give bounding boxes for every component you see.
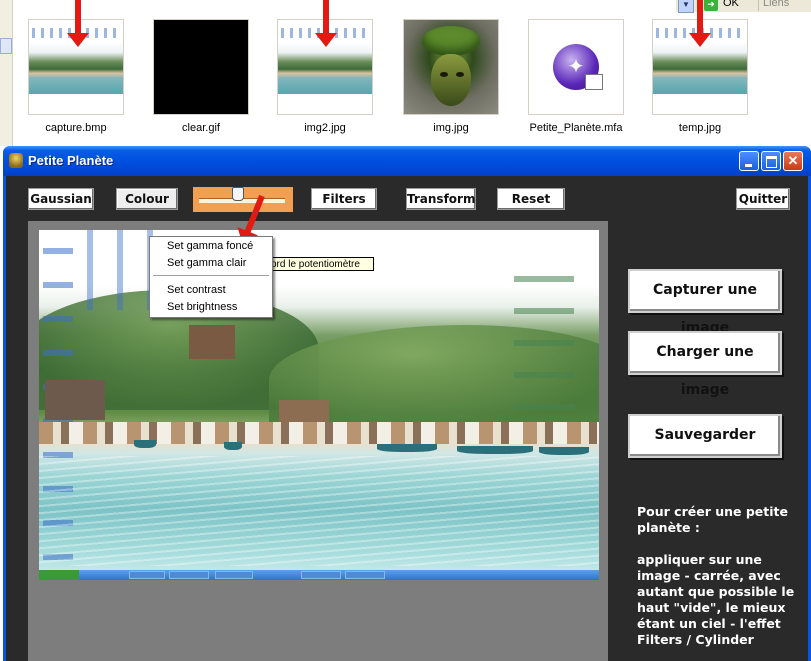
file-explorer-background: ▼ ➜ OK Liens capture.bmp clear.gif img2.… <box>0 0 811 146</box>
window-title: Petite Planète <box>28 153 114 168</box>
maximize-button[interactable] <box>761 151 781 171</box>
file-name: clear.gif <box>182 122 220 134</box>
reset-button[interactable]: Reset <box>497 188 565 210</box>
file-item[interactable]: ✦ Petite_Planète.mfa <box>521 19 631 134</box>
minimize-button[interactable] <box>739 151 759 171</box>
minimize-icon <box>745 164 752 167</box>
load-image-button[interactable]: Charger une image <box>628 331 782 398</box>
file-item[interactable]: img.jpg <box>396 19 506 134</box>
captured-taskbar <box>39 570 599 580</box>
file-name: img.jpg <box>433 122 469 134</box>
shoreline <box>39 422 599 444</box>
file-name: Petite_Planète.mfa <box>529 122 623 134</box>
mfa-app-icon: ✦ <box>553 44 603 90</box>
menu-separator <box>153 275 269 276</box>
quit-button[interactable]: Quitter <box>736 188 790 210</box>
save-button[interactable]: Sauvegarder <box>628 414 782 458</box>
maximize-icon <box>766 156 777 168</box>
water <box>39 456 599 566</box>
slider-thumb[interactable] <box>232 187 245 201</box>
gaussian-button[interactable]: Gaussian <box>28 188 94 210</box>
petite-planete-window: Petite Planète ✕ Gaussian Colour Filters… <box>3 146 811 661</box>
close-button[interactable]: ✕ <box>783 151 803 171</box>
colour-button[interactable]: Colour <box>116 188 178 210</box>
transform-button[interactable]: Transform <box>406 188 476 210</box>
instructions-text: Pour créer une petite planète : applique… <box>637 504 795 647</box>
filters-button[interactable]: Filters <box>311 188 377 210</box>
menu-item-brightness[interactable]: Set brightness <box>167 301 237 313</box>
black-image-thumbnail <box>154 20 248 114</box>
explorer-left-pane <box>0 0 13 146</box>
collapsed-pane-icon[interactable] <box>0 38 12 54</box>
window-client-area: Gaussian Colour Filters Transform Reset … <box>6 176 808 661</box>
file-thumbnail <box>403 19 499 115</box>
colour-dropdown-menu: Set gamma foncé Set gamma clair Set cont… <box>149 236 273 318</box>
file-item[interactable]: clear.gif <box>146 19 256 134</box>
window-titlebar[interactable]: Petite Planète ✕ <box>3 146 811 176</box>
menu-item-gamma-light[interactable]: Set gamma clair <box>167 257 246 269</box>
island-photo-thumbnail <box>29 28 123 94</box>
file-name: temp.jpg <box>678 122 722 134</box>
file-name: capture.bmp <box>45 122 107 134</box>
file-name: img2.jpg <box>304 122 346 134</box>
capture-image-button[interactable]: Capturer une image <box>628 269 782 336</box>
potentiometer-slider[interactable] <box>193 187 293 212</box>
links-label[interactable]: Liens <box>758 0 789 11</box>
ok-label[interactable]: OK <box>723 0 739 9</box>
loaded-island-image <box>39 230 599 580</box>
island-photo-thumbnail <box>278 28 372 94</box>
close-icon: ✕ <box>787 153 799 168</box>
go-arrow-icon[interactable]: ➜ <box>704 0 718 11</box>
image-canvas-frame <box>28 221 608 661</box>
tree-face-thumbnail <box>404 20 498 114</box>
menu-item-gamma-dark[interactable]: Set gamma foncé <box>167 240 253 252</box>
menu-item-contrast[interactable]: Set contrast <box>167 284 226 296</box>
file-thumbnail <box>153 19 249 115</box>
app-icon <box>9 153 23 168</box>
slider-tooltip: ord le potentiomètre <box>268 257 374 271</box>
address-dropdown-chevron-icon[interactable]: ▼ <box>678 0 694 13</box>
desktop-icons-right <box>514 260 574 420</box>
island-photo-thumbnail <box>653 28 747 94</box>
file-thumbnail: ✦ <box>528 19 624 115</box>
